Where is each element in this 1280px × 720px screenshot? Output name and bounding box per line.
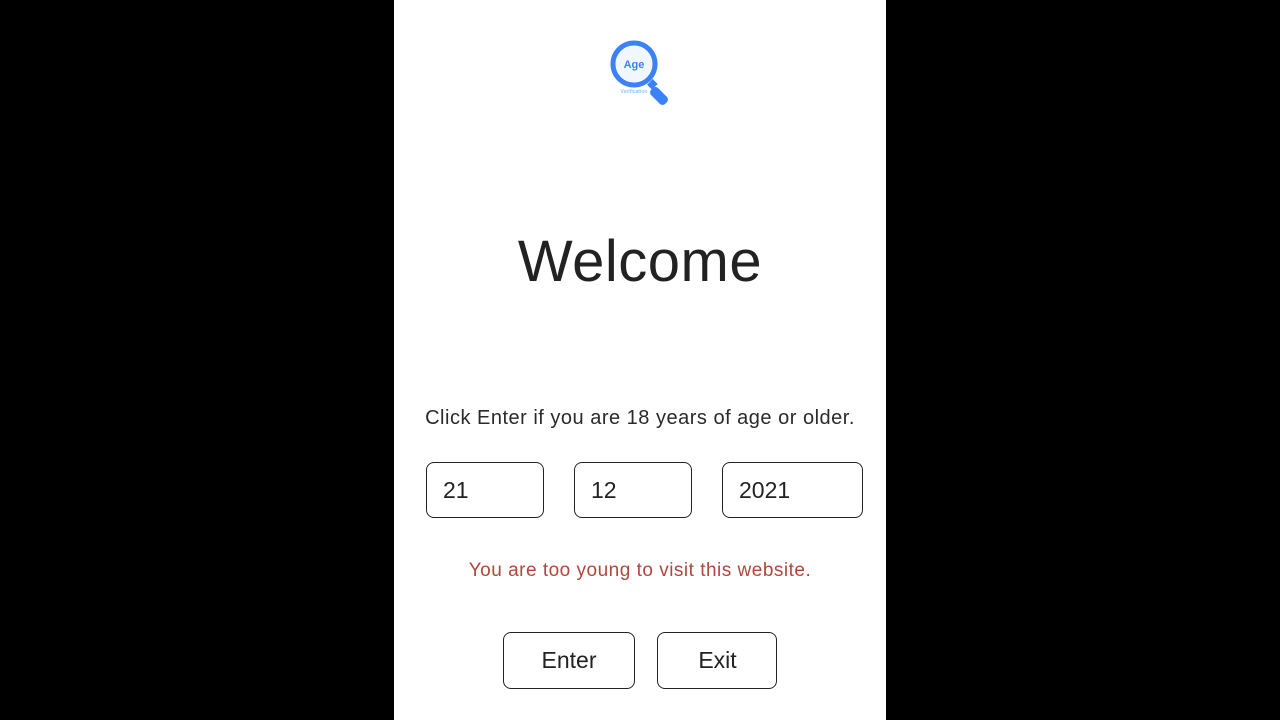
age-verification-logo: Age Verification (605, 38, 675, 113)
enter-button[interactable]: Enter (503, 632, 636, 689)
date-input-row (424, 462, 856, 518)
error-message: You are too young to visit this website. (469, 560, 812, 582)
day-input[interactable] (426, 462, 544, 518)
month-input[interactable] (574, 462, 692, 518)
instruction-text: Click Enter if you are 18 years of age o… (425, 407, 855, 430)
logo-verification-text: Verification (621, 89, 648, 95)
exit-button[interactable]: Exit (657, 632, 777, 689)
page-title: Welcome (518, 228, 762, 295)
magnifier-age-icon: Age Verification (605, 38, 675, 108)
logo-age-text: Age (624, 59, 645, 71)
age-verification-modal: Age Verification Welcome Click Enter if … (394, 0, 886, 720)
button-row: Enter Exit (503, 632, 778, 689)
year-input[interactable] (722, 462, 863, 518)
